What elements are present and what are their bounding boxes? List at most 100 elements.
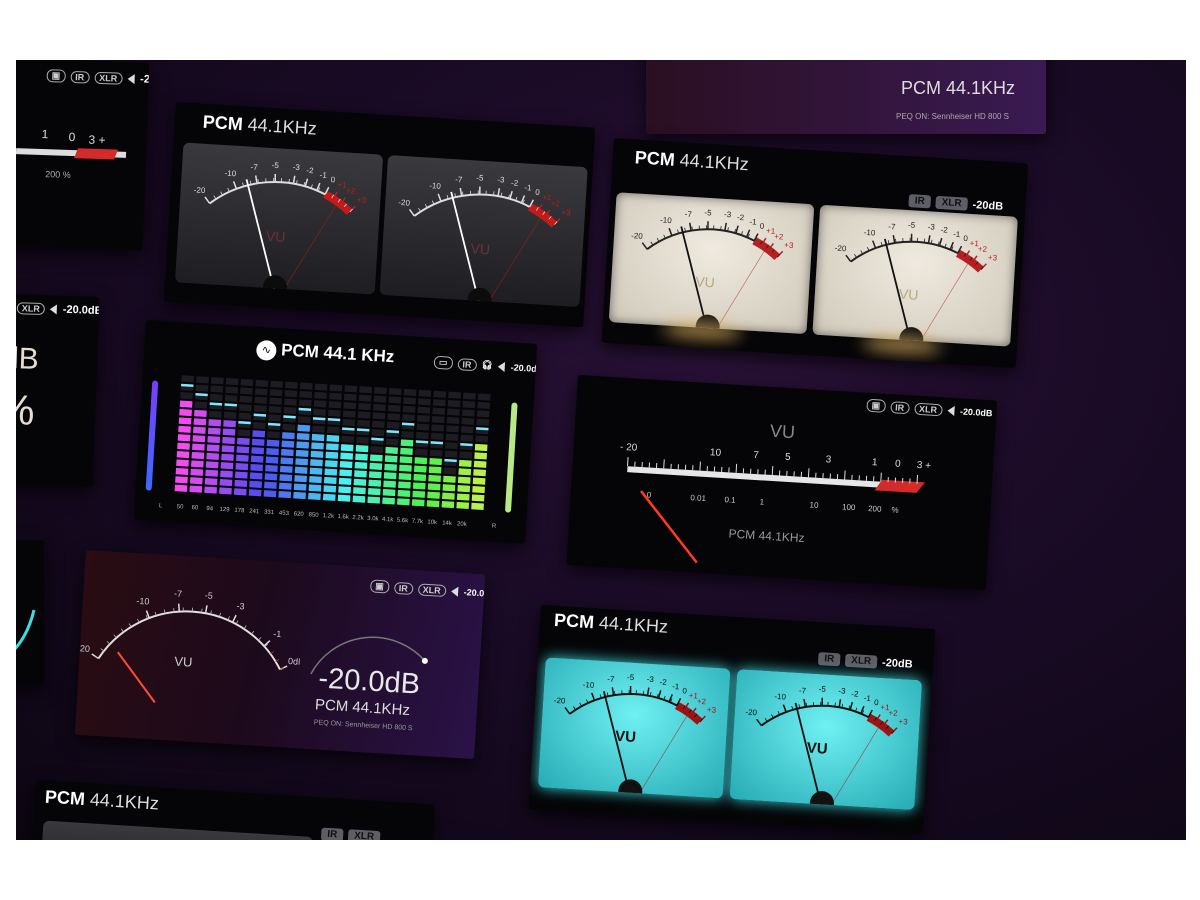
spectrum-cell [279,474,293,482]
spectrum-cell [280,448,294,457]
spectrum-cell [415,431,429,440]
linear-vu-scale: - 20 10 7 5 3 1 0 3 +0 0.01 0.1 1 10 100 200% [620,442,931,564]
vu-tick [892,235,896,244]
vu-tick-label: -2 [851,689,859,698]
volume-icon [127,73,135,84]
spectrum-cell [204,478,218,486]
spectrum-cell [339,469,353,477]
spectrum-cell [223,420,236,428]
vu-red-zone [955,249,984,273]
vu-tick-label: -10 [863,228,876,238]
spectrum-cell [297,424,311,432]
spectrum-cell [445,442,458,450]
vu-tick-label: 0 [330,175,336,184]
vu-tick-label: +3 [357,195,367,205]
left-channel-bar [145,380,159,491]
vu-minor-tick [265,178,267,183]
vu-tick [927,235,931,244]
peq-status: PEQ ON: Sennheiser HD 800 S [896,112,1009,121]
vu-panel-bottom-partial: PCM 44.1KHz IR XLR [28,780,436,840]
vu-minor-tick [477,190,479,195]
vu-meter-right: -20 -10 -7 -5 -3 -2 -1 0 +1 +2 +3 VU [812,204,1018,347]
spectrum-cell [372,412,386,420]
status-badges: ▣ IR XLR -20.0dB [46,69,149,87]
vu-tick-label: -3 [838,686,846,695]
vu-minor-tick [706,225,707,230]
spectrum-cell [343,402,357,410]
vu-peak-line [640,714,689,793]
spectrum-cell [248,489,262,497]
spectrum-cell [443,467,457,475]
spectrum-cell [293,483,307,491]
vu-tick-label: -3 [647,675,655,684]
vu-label: VU [470,240,491,258]
spectrum-cell [236,446,250,454]
spectrum-cell [294,475,308,483]
vu-tick-label: -2 [737,213,745,222]
linear-bottom-label: 0.1 [724,495,736,505]
band-label: 1.6k [337,514,350,521]
dark-dual-vu-panel: PCM 44.1KHz IR XLR -20dB -20-10-7-5-3-2-… [163,102,596,328]
spectrum-cell [314,391,327,400]
spectrum-cell [443,475,456,483]
xlr-badge: XLR [844,653,878,669]
spectrum-cell [397,498,410,506]
vu-red-zone [527,203,558,228]
spectrum-cell [299,382,313,390]
linear-tick [699,461,701,471]
vu-label: VU [265,227,286,245]
spectrum-cell [285,381,298,389]
spectrum-cell [293,491,306,500]
spectrum-cell [311,442,324,450]
linear-bottom-label: 0.01 [690,493,707,503]
scale-label: 0 [68,129,76,145]
spectrum-cell [430,432,444,440]
vu-tick-label: +2 [978,244,988,254]
spectrum-cell [417,415,430,423]
vu-tick-label: -20 [745,708,758,718]
spectrum-cell [222,428,236,436]
spectrum-cell [338,486,351,494]
spectrum-cell [265,464,278,473]
vu-meter-left [39,820,314,840]
vu-tick-label: 0 [760,222,766,231]
spectrum-cell [328,409,341,417]
band-label: 129 [219,507,230,514]
spectrum-cell [418,389,432,397]
linear-tick [916,474,919,484]
spectrum-cell [206,444,220,452]
xlr-badge: XLR [93,71,123,85]
vu-tick [611,687,615,696]
vu-meter-left: -20 -10 -7 -5 -3 -2 -1 0 +1 +2 +3 VU [608,192,815,335]
vu-minor-tick [923,238,926,243]
spectrum-cell [219,487,232,495]
spectrum-cell [239,404,252,412]
spectrum-cell [383,472,397,480]
vu-tick [910,233,913,242]
band-label: 50 [177,504,185,510]
spectrum-cell [368,471,382,479]
linear-bottom-label: 1 [759,497,765,506]
linear-tick [735,463,738,473]
band-label: 60 [191,505,199,511]
spectrum-cell [446,416,460,425]
ir-badge: IR [908,194,932,209]
vu-scale-arc [209,181,326,205]
vu-label: VU [898,285,919,303]
vu-tick-label: -1 [749,217,757,226]
spectrum-cell [221,453,234,461]
spectrum-cell [369,454,383,462]
scale-label: 1 [41,126,49,142]
spectrum-cell [177,442,190,450]
vu-tick-label: -5 [908,221,916,230]
spectrum-cell [448,391,461,399]
spectrum-cell [240,387,253,395]
vu-tick-label: -1 [672,682,680,691]
vu-meter-right: -20 -10 -7 -5 -3 -2 -1 0 +1 +2 +3 VU [379,155,588,307]
spectrum-cell [208,410,222,418]
vu-tick-label: -20 [193,185,206,195]
spectrum-cell [388,387,402,396]
spectrum-cell [189,477,203,485]
spectrum-cell [353,487,366,495]
spectrum-cell [344,385,358,393]
